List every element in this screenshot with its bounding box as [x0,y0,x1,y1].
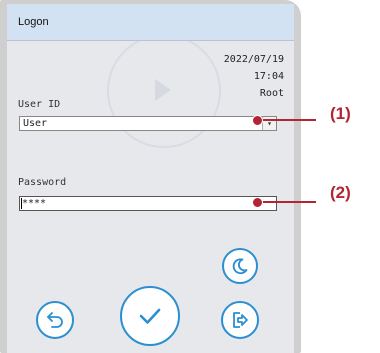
password-value: **** [22,198,47,209]
logout-icon [233,312,248,328]
night-mode-button[interactable] [222,248,258,284]
device-frame: Logon 2022/07/19 17:04 Root User ID User… [0,0,301,353]
ok-button[interactable] [120,286,180,346]
user-id-value: User [23,118,48,129]
moon-icon [232,258,248,275]
undo-arrow-icon [47,312,63,328]
background-play-icon [155,79,171,101]
checkmark-icon [139,308,161,324]
callout-label-1: (1) [330,104,351,123]
logon-screen: Logon 2022/07/19 17:04 Root User ID User… [7,4,294,353]
status-date: 2022/07/19 [223,54,284,65]
back-button[interactable] [36,301,74,339]
user-id-label: User ID [18,99,61,110]
password-field[interactable]: **** [19,196,277,211]
callout-label-2: (2) [330,183,351,202]
callout-line-1 [261,119,316,121]
logout-button[interactable] [221,301,259,339]
status-user: Root [259,88,284,99]
password-label: Password [18,177,67,188]
status-time: 17:04 [253,71,284,82]
text-caret [21,198,22,209]
callout-line-2 [261,201,316,203]
callout-dot-2 [252,197,263,208]
title-bar: Logon [7,4,294,41]
callout-dot-1 [252,115,263,126]
user-id-combobox[interactable]: User ▾ [19,116,277,131]
window-title: Logon [18,16,49,28]
